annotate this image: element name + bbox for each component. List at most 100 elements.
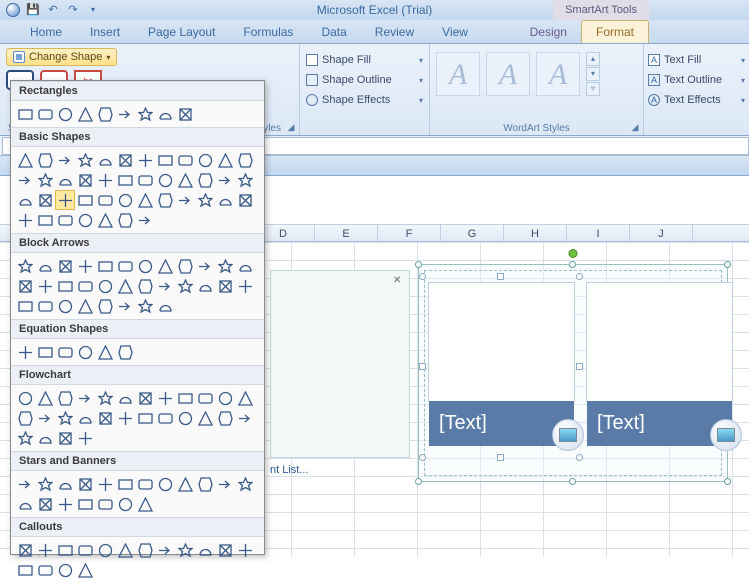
col-header[interactable]: F xyxy=(378,225,441,241)
text-pane[interactable]: ✕ xyxy=(270,270,410,458)
shape-option[interactable] xyxy=(135,540,155,560)
shape-option[interactable] xyxy=(175,190,195,210)
text-outline-button[interactable]: A Text Outline ▾ xyxy=(648,70,745,90)
resize-handle[interactable] xyxy=(724,478,731,485)
shape-option[interactable] xyxy=(55,170,75,190)
shape-option[interactable] xyxy=(15,388,35,408)
col-header[interactable]: J xyxy=(630,225,693,241)
wordart-preset[interactable]: A xyxy=(536,52,580,96)
shape-option[interactable] xyxy=(55,104,75,124)
shape-option[interactable] xyxy=(95,190,115,210)
shape-option[interactable] xyxy=(15,474,35,494)
shape-option[interactable] xyxy=(55,388,75,408)
shape-option[interactable] xyxy=(35,428,55,448)
shape-option[interactable] xyxy=(155,388,175,408)
dialog-launcher-icon[interactable]: ◢ xyxy=(285,121,297,133)
save-icon[interactable]: 💾 xyxy=(26,3,40,17)
shape-option[interactable] xyxy=(115,540,135,560)
shape-option[interactable] xyxy=(35,560,55,580)
shape-option[interactable] xyxy=(135,494,155,514)
shape-option[interactable] xyxy=(195,408,215,428)
shape-option[interactable] xyxy=(95,170,115,190)
shape-option[interactable] xyxy=(135,256,155,276)
shape-option[interactable] xyxy=(15,342,35,362)
shape-option[interactable] xyxy=(55,342,75,362)
shape-option[interactable] xyxy=(35,190,55,210)
wordart-preset[interactable]: A xyxy=(486,52,530,96)
shape-option[interactable] xyxy=(235,474,255,494)
shape-option[interactable] xyxy=(195,150,215,170)
shape-option[interactable] xyxy=(55,560,75,580)
shape-option[interactable] xyxy=(15,210,35,230)
shape-option[interactable] xyxy=(175,276,195,296)
rotate-handle-icon[interactable] xyxy=(569,249,578,258)
shape-option[interactable] xyxy=(215,540,235,560)
shape-option[interactable] xyxy=(115,296,135,316)
shape-option[interactable] xyxy=(35,474,55,494)
change-shape-button[interactable]: Change Shape ▾ xyxy=(6,48,117,66)
shape-option[interactable] xyxy=(215,276,235,296)
shape-option[interactable] xyxy=(135,276,155,296)
shape-option[interactable] xyxy=(15,560,35,580)
shape-option[interactable] xyxy=(155,474,175,494)
shape-option[interactable] xyxy=(115,190,135,210)
shape-option[interactable] xyxy=(115,408,135,428)
caption[interactable]: [Text] xyxy=(587,401,732,446)
col-header[interactable]: E xyxy=(315,225,378,241)
shape-option[interactable] xyxy=(75,296,95,316)
shape-option[interactable] xyxy=(15,276,35,296)
shape-option[interactable] xyxy=(55,494,75,514)
shape-option[interactable] xyxy=(155,170,175,190)
shape-option[interactable] xyxy=(115,494,135,514)
shape-option[interactable] xyxy=(195,540,215,560)
shape-option[interactable] xyxy=(95,408,115,428)
shape-option[interactable] xyxy=(195,474,215,494)
shape-option[interactable] xyxy=(135,474,155,494)
dialog-launcher-icon[interactable]: ◢ xyxy=(629,121,641,133)
shape-option[interactable] xyxy=(15,190,35,210)
office-button[interactable] xyxy=(6,3,20,17)
tab-data[interactable]: Data xyxy=(307,21,360,43)
shape-option[interactable] xyxy=(75,494,95,514)
shape-option[interactable] xyxy=(55,210,75,230)
shape-option[interactable] xyxy=(115,210,135,230)
shape-option[interactable] xyxy=(135,104,155,124)
shape-option[interactable] xyxy=(15,540,35,560)
shape-option[interactable] xyxy=(175,256,195,276)
gallery-up-icon[interactable]: ▴ xyxy=(586,52,600,66)
shape-option[interactable] xyxy=(75,190,95,210)
shape-option[interactable] xyxy=(235,150,255,170)
shape-option[interactable] xyxy=(215,474,235,494)
text-fill-button[interactable]: A Text Fill ▾ xyxy=(648,50,745,70)
shape-option[interactable] xyxy=(75,408,95,428)
shape-option[interactable] xyxy=(135,210,155,230)
shape-option[interactable] xyxy=(75,150,95,170)
shape-option[interactable] xyxy=(75,342,95,362)
shape-option[interactable] xyxy=(35,210,55,230)
shape-option[interactable] xyxy=(215,256,235,276)
shape-option[interactable] xyxy=(155,256,175,276)
shape-option[interactable] xyxy=(235,408,255,428)
tab-formulas[interactable]: Formulas xyxy=(229,21,307,43)
shape-option[interactable] xyxy=(175,540,195,560)
shape-option[interactable] xyxy=(155,276,175,296)
smartart-item[interactable]: [Text] xyxy=(429,283,574,463)
shape-option[interactable] xyxy=(155,540,175,560)
shape-option[interactable] xyxy=(215,408,235,428)
shape-option[interactable] xyxy=(95,474,115,494)
shape-option[interactable] xyxy=(75,560,95,580)
gallery-more-icon[interactable]: ▿ xyxy=(586,82,600,96)
shape-option[interactable] xyxy=(95,150,115,170)
shape-option[interactable] xyxy=(15,296,35,316)
shape-option[interactable] xyxy=(155,296,175,316)
shape-option[interactable] xyxy=(235,190,255,210)
shape-option[interactable] xyxy=(55,408,75,428)
shape-option[interactable] xyxy=(215,150,235,170)
shape-option[interactable] xyxy=(135,408,155,428)
shape-option[interactable] xyxy=(135,150,155,170)
shape-option[interactable] xyxy=(75,170,95,190)
tab-home[interactable]: Home xyxy=(16,21,76,43)
resize-handle[interactable] xyxy=(569,261,576,268)
shape-option[interactable] xyxy=(55,428,75,448)
picture-icon[interactable] xyxy=(710,419,742,451)
